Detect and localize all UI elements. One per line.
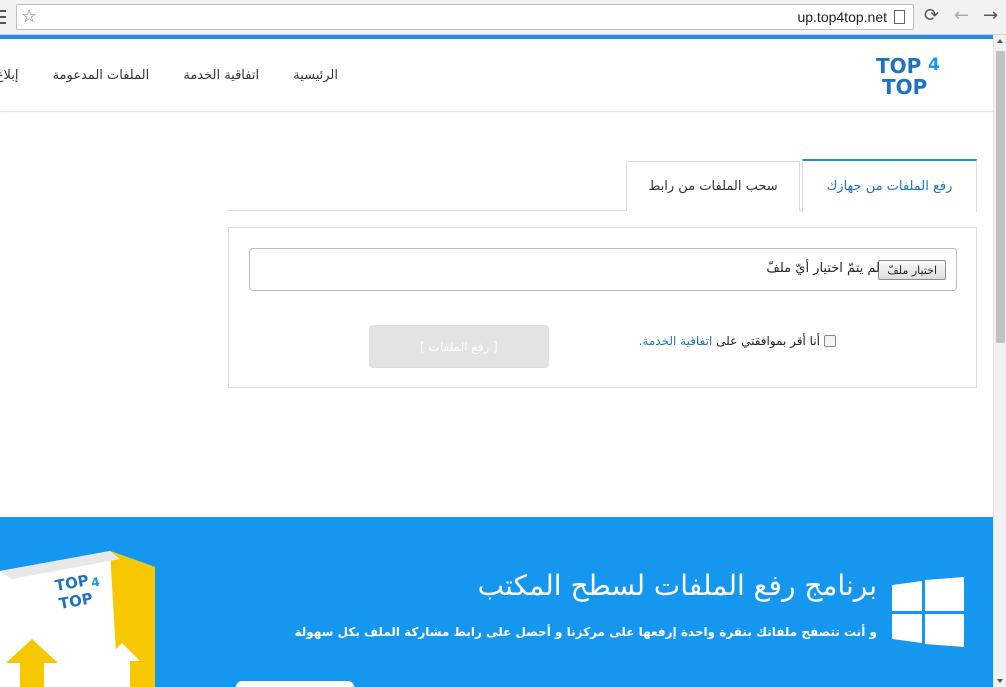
- scroll-down-icon[interactable]: [997, 679, 1003, 683]
- scroll-up-icon[interactable]: [997, 39, 1003, 43]
- menu-icon[interactable]: [0, 10, 6, 24]
- main-nav: الرئيسية اتفاقية الخدمة الملفات المدعومة…: [0, 68, 338, 83]
- forward-icon[interactable]: →: [983, 6, 998, 26]
- terms-checkbox[interactable]: [824, 335, 836, 347]
- reload-icon[interactable]: ⟳: [924, 6, 939, 26]
- agree-text: أنا أقر بموافقتي على: [716, 334, 820, 348]
- page-icon: [894, 10, 905, 24]
- site-header: TOP 4 TOP الرئيسية اتفاقية الخدمة الملفا…: [0, 39, 993, 112]
- banner-title: برنامج رفع الملفات لسطح المكتب: [477, 569, 877, 602]
- browser-toolbar: ☆ up.top4top.net ⟳ ← →: [0, 0, 1006, 35]
- logo-num-text: 4: [928, 55, 940, 75]
- file-status: لم يتمّ اختيار أيّ ملفّ: [766, 261, 880, 276]
- page: TOP 4 TOP الرئيسية اتفاقية الخدمة الملفا…: [0, 35, 993, 687]
- download-button[interactable]: [236, 681, 354, 687]
- file-input[interactable]: اختيار ملفّ لم يتمّ اختيار أيّ ملفّ: [249, 248, 957, 291]
- terms-agreement: أنا أقر بموافقتي على اتفاقية الخدمة.: [639, 334, 836, 348]
- star-icon[interactable]: ☆: [21, 7, 37, 27]
- desktop-app-banner: TOP 4 TOP برنامج رفع الملفات لسطح المكتب…: [0, 517, 993, 687]
- nav-report[interactable]: إبلاغ عن: [0, 68, 18, 83]
- back-icon[interactable]: ←: [954, 6, 969, 26]
- terms-link[interactable]: اتفاقية الخدمة.: [639, 334, 713, 348]
- url-text: up.top4top.net: [797, 9, 887, 25]
- software-box-image: TOP 4 TOP: [0, 551, 155, 687]
- nav-home[interactable]: الرئيسية: [293, 68, 338, 83]
- vertical-scrollbar[interactable]: [993, 35, 1006, 687]
- upload-form: اختيار ملفّ لم يتمّ اختيار أيّ ملفّ أنا …: [228, 227, 977, 388]
- choose-file-button[interactable]: اختيار ملفّ: [878, 260, 946, 280]
- scroll-thumb[interactable]: [996, 51, 1005, 343]
- tab-upload-device[interactable]: رفع الملفات من جهازك: [802, 159, 977, 212]
- nav-supported-files[interactable]: الملفات المدعومة: [53, 68, 150, 83]
- logo-bottom-text: TOP: [882, 75, 927, 97]
- upload-tabs: رفع الملفات من جهازك سحب الملفات من رابط: [228, 159, 977, 212]
- top4top-logo[interactable]: TOP 4 TOP: [876, 53, 948, 97]
- upload-button[interactable]: [ رفع الملفات ]: [369, 325, 549, 368]
- tab-upload-link[interactable]: سحب الملفات من رابط: [626, 161, 800, 211]
- nav-terms[interactable]: اتفاقية الخدمة: [183, 68, 259, 83]
- windows-icon: [892, 577, 964, 647]
- banner-description: و أنت تتصفح ملفاتك بنقرة واحدة إرفعها عل…: [294, 625, 877, 639]
- address-bar[interactable]: ☆ up.top4top.net: [16, 4, 914, 30]
